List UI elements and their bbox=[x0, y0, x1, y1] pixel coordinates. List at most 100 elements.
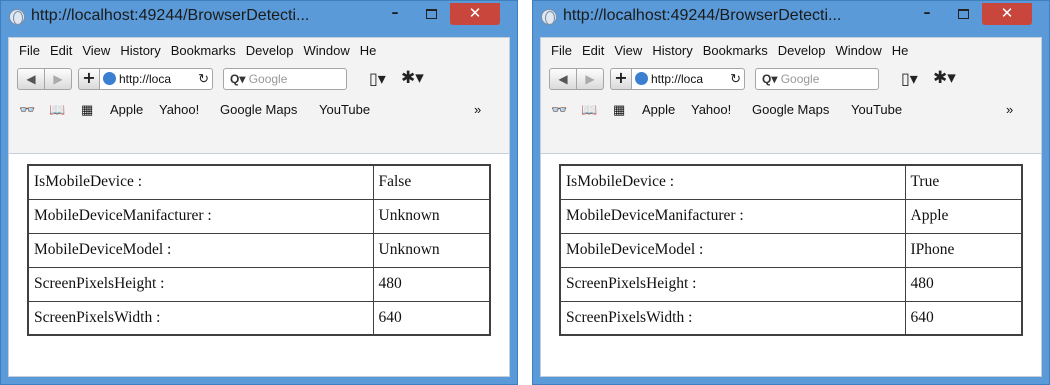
settings-gear-icon[interactable]: ✱▾ bbox=[933, 68, 956, 88]
menu-help[interactable]: He bbox=[360, 38, 377, 64]
table-row: ScreenPixelsWidth :640 bbox=[27, 300, 491, 336]
table-row: MobileDeviceManifacturer : Unknown bbox=[27, 198, 491, 234]
reading-list-icon[interactable]: 👓 bbox=[551, 102, 567, 118]
row-value: IPhone bbox=[904, 232, 1023, 268]
menu-help[interactable]: He bbox=[892, 38, 909, 64]
bookmark-apple[interactable]: Apple bbox=[642, 102, 675, 117]
bookmark-youtube[interactable]: YouTube bbox=[851, 102, 902, 117]
address-bar[interactable]: http://loca ↻ bbox=[631, 68, 745, 90]
table-row: ScreenPixelsWidth :640 bbox=[559, 300, 1023, 336]
window-title: http://localhost:49244/BrowserDetecti... bbox=[563, 7, 842, 24]
title-bar[interactable]: http://localhost:49244/BrowserDetecti...… bbox=[1, 1, 517, 37]
menu-edit[interactable]: Edit bbox=[582, 38, 604, 64]
overflow-chevron-icon[interactable]: » bbox=[1006, 102, 1013, 117]
bookmark-google-maps[interactable]: Google Maps bbox=[220, 102, 297, 117]
minimize-button[interactable]: – bbox=[383, 3, 407, 25]
search-field[interactable]: Q▾ Google bbox=[223, 68, 347, 90]
menu-history[interactable]: History bbox=[120, 38, 160, 64]
row-value: 480 bbox=[904, 266, 1023, 302]
row-value: Unknown bbox=[372, 232, 491, 268]
back-button[interactable]: ◀ bbox=[549, 68, 577, 90]
row-key: MobileDeviceModel : bbox=[27, 232, 374, 268]
row-value: 640 bbox=[372, 300, 491, 336]
browser-window-right: http://localhost:49244/BrowserDetecti...… bbox=[532, 0, 1050, 385]
maximize-button[interactable] bbox=[419, 3, 443, 25]
bookmarks-book-icon[interactable]: 📖 bbox=[49, 102, 65, 118]
bookmark-yahoo[interactable]: Yahoo! bbox=[691, 102, 731, 117]
row-key: ScreenPixelsHeight : bbox=[27, 266, 374, 302]
row-value: Apple bbox=[904, 198, 1023, 234]
row-value: 480 bbox=[372, 266, 491, 302]
table-row: ScreenPixelsHeight :480 bbox=[559, 266, 1023, 302]
row-value: True bbox=[904, 164, 1023, 200]
menu-window[interactable]: Window bbox=[836, 38, 882, 64]
menu-window[interactable]: Window bbox=[304, 38, 350, 64]
address-text: http://loca bbox=[651, 72, 704, 86]
menu-bar: File Edit View History Bookmarks Develop Windo… bbox=[541, 38, 1041, 64]
maximize-icon bbox=[957, 9, 969, 19]
row-value: False bbox=[372, 164, 491, 200]
row-key: IsMobileDevice : bbox=[559, 164, 906, 200]
site-icon bbox=[635, 72, 648, 85]
new-tab-button[interactable]: + bbox=[610, 68, 632, 90]
navigation-toolbar: ◀ ▶ + http://loca ↻ Q▾ Google ▯▾ ✱▾ bbox=[541, 65, 1041, 95]
browser-window-left: http://localhost:49244/BrowserDetecti...… bbox=[0, 0, 518, 385]
overflow-chevron-icon[interactable]: » bbox=[474, 102, 481, 117]
title-bar[interactable]: http://localhost:49244/BrowserDetecti...… bbox=[533, 1, 1049, 37]
bookmark-google-maps[interactable]: Google Maps bbox=[752, 102, 829, 117]
search-field[interactable]: Q▾ Google bbox=[755, 68, 879, 90]
new-tab-button[interactable]: + bbox=[78, 68, 100, 90]
row-key: MobileDeviceModel : bbox=[559, 232, 906, 268]
back-button[interactable]: ◀ bbox=[17, 68, 45, 90]
table-row: MobileDeviceManifacturer : Apple bbox=[559, 198, 1023, 234]
minimize-button[interactable]: – bbox=[915, 3, 939, 25]
settings-gear-icon[interactable]: ✱▾ bbox=[401, 68, 424, 88]
row-key: ScreenPixelsHeight : bbox=[559, 266, 906, 302]
menu-view[interactable]: View bbox=[82, 38, 110, 64]
page-content: IsMobileDevice : True MobileDeviceManifac… bbox=[540, 153, 1042, 377]
table-row: MobileDeviceModel : Unknown bbox=[27, 232, 491, 268]
bookmark-youtube[interactable]: YouTube bbox=[319, 102, 370, 117]
forward-button[interactable]: ▶ bbox=[576, 68, 604, 90]
menu-bookmarks[interactable]: Bookmarks bbox=[171, 38, 236, 64]
top-sites-grid-icon[interactable]: ▦ bbox=[81, 102, 93, 118]
bookmark-yahoo[interactable]: Yahoo! bbox=[159, 102, 199, 117]
close-button[interactable]: ✕ bbox=[982, 3, 1032, 25]
menu-bar: File Edit View History Bookmarks Develop Windo… bbox=[9, 38, 509, 64]
bookmarks-book-icon[interactable]: 📖 bbox=[581, 102, 597, 118]
menu-history[interactable]: History bbox=[652, 38, 692, 64]
forward-button[interactable]: ▶ bbox=[44, 68, 72, 90]
table-row: ScreenPixelsHeight :480 bbox=[27, 266, 491, 302]
row-key: ScreenPixelsWidth : bbox=[559, 300, 906, 336]
row-key: IsMobileDevice : bbox=[27, 164, 374, 200]
menu-edit[interactable]: Edit bbox=[50, 38, 72, 64]
menu-view[interactable]: View bbox=[614, 38, 642, 64]
reading-list-icon[interactable]: 👓 bbox=[19, 102, 35, 118]
browser-chrome: File Edit View History Bookmarks Develop Windo… bbox=[540, 37, 1042, 154]
menu-file[interactable]: File bbox=[551, 38, 572, 64]
reload-icon[interactable]: ↻ bbox=[730, 69, 741, 89]
browser-chrome: File Edit View History Bookmarks Develop Windo… bbox=[8, 37, 510, 154]
row-key: MobileDeviceManifacturer : bbox=[27, 198, 374, 234]
menu-develop[interactable]: Develop bbox=[778, 38, 826, 64]
bookmark-apple[interactable]: Apple bbox=[110, 102, 143, 117]
search-placeholder: Google bbox=[248, 72, 288, 86]
address-text: http://loca bbox=[119, 72, 172, 86]
close-button[interactable]: ✕ bbox=[450, 3, 500, 25]
menu-develop[interactable]: Develop bbox=[246, 38, 294, 64]
address-bar[interactable]: http://loca ↻ bbox=[99, 68, 213, 90]
page-content: IsMobileDevice : False MobileDeviceManifa… bbox=[8, 153, 510, 377]
menu-bookmarks[interactable]: Bookmarks bbox=[703, 38, 768, 64]
search-placeholder: Google bbox=[780, 72, 820, 86]
page-menu-icon[interactable]: ▯▾ bbox=[369, 69, 386, 88]
row-value: Unknown bbox=[372, 198, 491, 234]
menu-file[interactable]: File bbox=[19, 38, 40, 64]
maximize-button[interactable] bbox=[951, 3, 975, 25]
maximize-icon bbox=[425, 9, 437, 19]
page-menu-icon[interactable]: ▯▾ bbox=[901, 69, 918, 88]
top-sites-grid-icon[interactable]: ▦ bbox=[613, 102, 625, 118]
navigation-toolbar: ◀ ▶ + http://loca ↻ Q▾ Google ▯▾ ✱▾ bbox=[9, 65, 509, 95]
row-key: ScreenPixelsWidth : bbox=[27, 300, 374, 336]
search-icon: Q▾ bbox=[230, 72, 246, 86]
reload-icon[interactable]: ↻ bbox=[198, 69, 209, 89]
